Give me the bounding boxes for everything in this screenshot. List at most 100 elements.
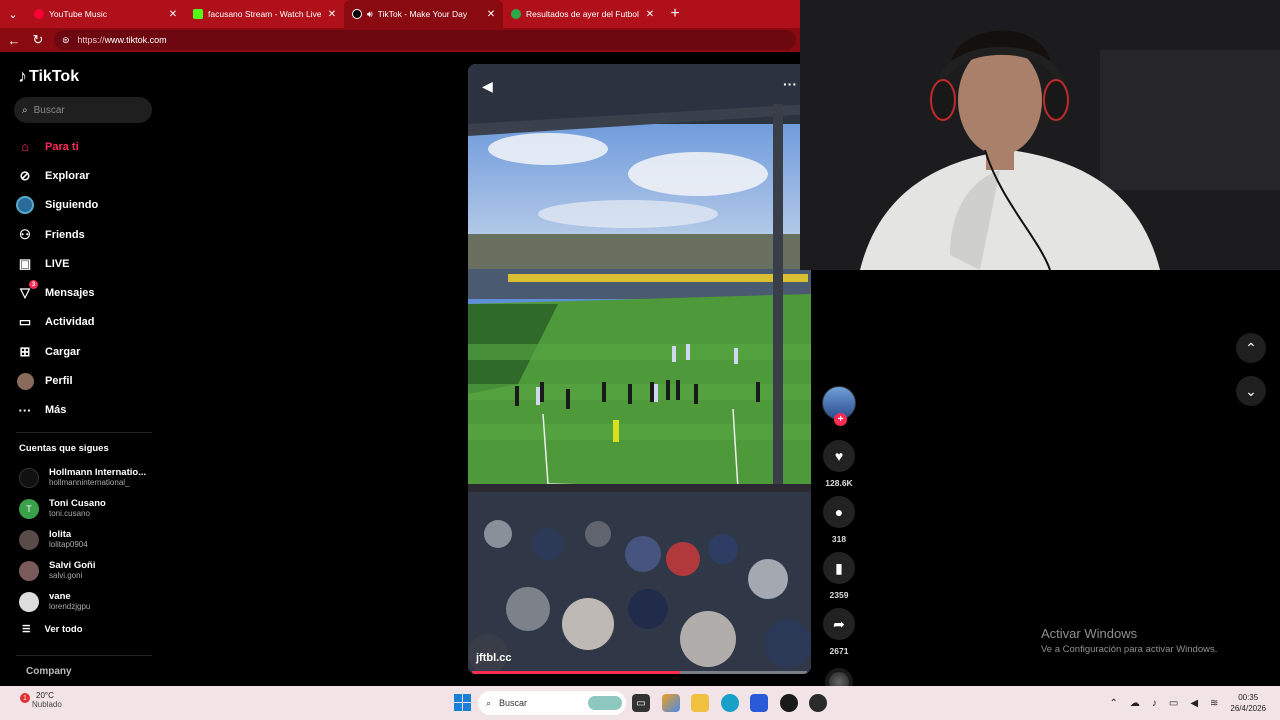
tiktok-icon (352, 9, 362, 19)
upload-icon: ⊞ (19, 343, 31, 359)
save-button[interactable]: ▮ (823, 552, 855, 584)
following-item[interactable]: vane lorendzjgpu (19, 586, 146, 617)
task-view-icon[interactable]: ▭ (632, 694, 650, 712)
list-icon: ☰ (22, 624, 31, 635)
clock-time: 00:35 (1238, 693, 1259, 702)
save-count: 2359 (829, 590, 849, 600)
url-bar[interactable]: ⊜ https://www.tiktok.com (54, 30, 796, 50)
close-tab-icon[interactable]: ✕ (167, 9, 179, 20)
edge-icon[interactable] (721, 694, 739, 712)
nav-label: Explorar (45, 169, 90, 182)
tab-title: TikTok - Make Your Day (377, 9, 468, 19)
creator-avatar[interactable]: + (822, 386, 856, 426)
clock-date: 26/4/2026 (1230, 704, 1266, 713)
tab-resultados[interactable]: Resultados de ayer del Futbol Arg ✕ (503, 0, 662, 28)
following-item[interactable]: T Toni Cusano toni.cusano (19, 493, 146, 524)
nav-item-perfil[interactable]: Perfil (16, 366, 98, 395)
video-progress-fill (472, 671, 680, 674)
system-tray: ⌃ ☁ ♪ ▭ ◀︎ ≋ 00:35 26/4/2026 (1109, 686, 1280, 720)
next-video-button[interactable]: ⌄ (1236, 376, 1266, 406)
following-item[interactable]: Hollmann Internatio... hollmanninternatio… (19, 462, 146, 493)
nav-item-friends[interactable]: ⚇ Friends (16, 220, 98, 249)
windows-taskbar: 1 20°C Nublado ⌕ Buscar ▭ ⌃ ☁ ♪ ▭ ◀︎ ≋ 0… (0, 686, 1280, 720)
store-icon[interactable] (750, 694, 768, 712)
search-input[interactable]: ⌕ Buscar (14, 97, 152, 123)
nav-item-live[interactable]: ▣ LIVE (16, 249, 98, 278)
follow-plus-icon[interactable]: + (834, 413, 847, 426)
chevron-up-icon[interactable]: ⌃ (1109, 698, 1117, 709)
close-tab-icon[interactable]: ✕ (485, 9, 497, 20)
close-tab-icon[interactable]: ✕ (326, 9, 338, 20)
heart-icon: ♥ (834, 448, 844, 464)
see-all-link[interactable]: ☰ Ver todo (22, 624, 83, 635)
account-name: lolita (49, 529, 72, 540)
nav-item-cargar[interactable]: ⊞ Cargar (16, 337, 98, 366)
video-player[interactable]: ◀︎ ··· jftbl.cc (468, 64, 811, 674)
nav-item-mas[interactable]: ··· Más (16, 396, 98, 425)
soccer-ball-icon (511, 9, 521, 19)
nav-label: Actividad (45, 316, 95, 329)
company-link[interactable]: Company (26, 666, 72, 677)
search-highlight-icon (588, 696, 622, 710)
app-icon[interactable] (780, 694, 798, 712)
nav-item-para-ti[interactable]: ⌂ Para ti (16, 132, 98, 161)
nav-item-actividad[interactable]: ▭ Actividad (16, 308, 98, 337)
nav-item-mensajes[interactable]: ▽ 3 Mensajes (16, 278, 98, 307)
network-icon[interactable]: ☁ (1130, 698, 1140, 709)
nav-item-explorar[interactable]: ⊘ Explorar (16, 161, 98, 190)
clock[interactable]: 00:35 26/4/2026 (1230, 692, 1266, 714)
windows-start-icon[interactable] (454, 694, 471, 711)
avatar: T (19, 498, 39, 519)
following-item[interactable]: Salvi Goñi salvi.goni (19, 555, 146, 586)
tab-youtube-music[interactable]: YouTube Music ✕ (26, 0, 185, 28)
more-options-icon[interactable]: ··· (783, 76, 797, 92)
weather-widget[interactable]: 1 20°C Nublado (20, 691, 62, 709)
speaker-icon[interactable]: 🔊︎ (367, 9, 373, 20)
volume-icon[interactable]: ◀︎ (482, 78, 493, 95)
weather-temp: 20°C (36, 691, 54, 700)
close-tab-icon[interactable]: ✕ (644, 9, 656, 20)
nav-label: Cargar (45, 345, 81, 358)
account-username: hollmanninternational_ (49, 478, 130, 487)
volume-icon[interactable]: ◀︎ (1190, 698, 1198, 709)
display-icon[interactable]: ▭ (1169, 698, 1178, 709)
obs-icon[interactable] (809, 694, 827, 712)
nav-item-siguiendo[interactable]: Siguiendo (16, 191, 98, 220)
reload-icon[interactable]: ↻ (30, 32, 46, 48)
following-item[interactable]: lolita lolitap0904 (19, 524, 146, 555)
account-name: Toni Cusano (49, 498, 106, 509)
taskbar-search-input[interactable]: ⌕ Buscar (478, 691, 626, 715)
file-explorer-icon[interactable] (691, 694, 709, 712)
microphone-icon[interactable]: ♪ (1152, 698, 1157, 709)
weather-condition: Nublado (32, 700, 62, 709)
tab-list-dropdown-icon[interactable]: ⌄ (0, 0, 26, 28)
nav-label: Siguiendo (45, 199, 99, 212)
bookmark-icon: ▮ (835, 559, 843, 576)
back-arrow-icon[interactable]: ← (6, 33, 22, 48)
url-scheme: https:// (77, 35, 105, 45)
nav-label: Para ti (45, 140, 79, 153)
copilot-icon[interactable] (662, 694, 680, 712)
tab-kick-stream[interactable]: facusano Stream - Watch Live on K ✕ (185, 0, 344, 28)
account-name: vane (49, 591, 71, 602)
video-progress-bar[interactable] (472, 671, 807, 674)
account-username: toni.cusano (49, 509, 90, 518)
wifi-icon[interactable]: ≋ (1210, 698, 1218, 709)
tab-title: facusano Stream - Watch Live on K (208, 9, 321, 19)
comment-button[interactable]: ● (823, 496, 855, 528)
live-icon: ▣ (18, 255, 32, 271)
previous-video-button[interactable]: ⌃ (1236, 333, 1266, 363)
following-title: Cuentas que sigues (19, 443, 109, 454)
activate-title: Activar Windows (1041, 626, 1138, 641)
site-info-icon[interactable]: ⊜ (62, 35, 70, 46)
tab-title: Resultados de ayer del Futbol Arg (526, 9, 639, 19)
tiktok-logo[interactable]: ♪ TikTok (18, 66, 79, 87)
share-count: 2671 (829, 646, 849, 656)
tab-tiktok[interactable]: 🔊︎ TikTok - Make Your Day ✕ (344, 0, 503, 28)
following-icon (16, 196, 34, 215)
comment-icon: ● (834, 504, 844, 520)
account-username: lorendzjgpu (49, 602, 91, 611)
share-button[interactable]: ➦ (823, 608, 855, 640)
like-button[interactable]: ♥ (823, 440, 855, 472)
new-tab-button[interactable]: + (662, 5, 688, 23)
